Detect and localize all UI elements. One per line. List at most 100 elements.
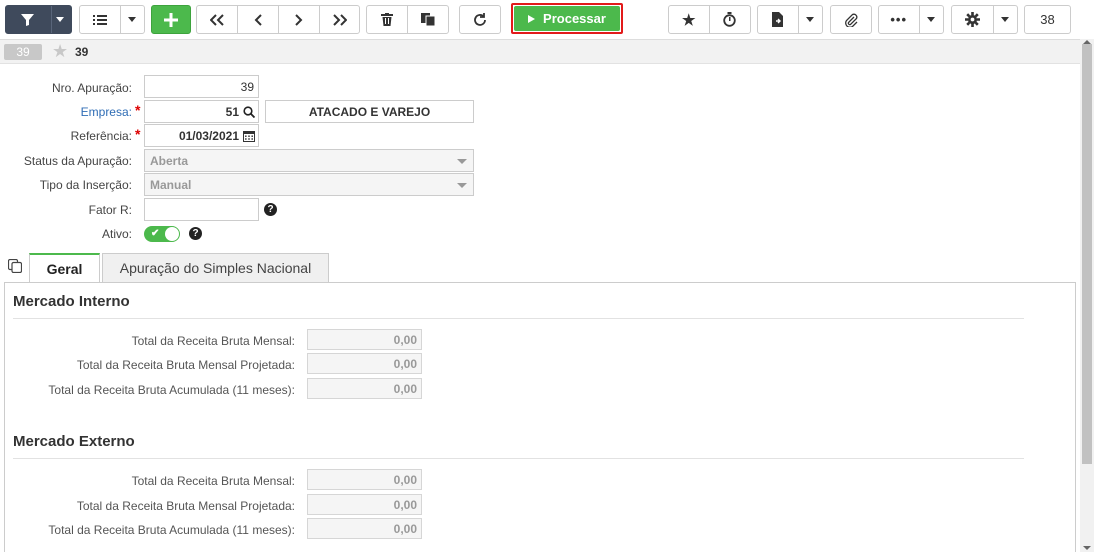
tipo-insercao-value: Manual: [150, 177, 192, 192]
add-button[interactable]: [151, 5, 191, 34]
me-receita-acumulada-label: Total da Receita Bruta Acumulada (11 mes…: [48, 523, 295, 537]
plus-icon: [164, 12, 178, 27]
filter-dropdown-chevron-icon[interactable]: [49, 17, 71, 22]
record-actions: [366, 5, 449, 34]
trash-icon: [380, 13, 393, 26]
tipo-insercao-label: Tipo da Inserção:: [39, 178, 132, 192]
play-icon: [528, 14, 536, 23]
nro-apuracao-field[interactable]: 39: [144, 75, 259, 98]
processar-label: Processar: [543, 11, 606, 26]
refresh-icon: [474, 12, 486, 26]
export-file-icon: [758, 12, 797, 27]
record-badge: 39: [4, 44, 42, 60]
ativo-label: Ativo:: [101, 227, 132, 241]
status-apuracao-value: Aberta: [150, 153, 189, 168]
stopwatch-icon: [723, 12, 736, 27]
mi-receita-mensal-projetada-field: 0,00: [307, 353, 422, 374]
status-apuracao-select: Aberta: [144, 149, 474, 172]
gear-icon: [952, 12, 992, 27]
settings-dropdown-chevron-icon[interactable]: [992, 17, 1017, 22]
empresa-name-field: ATACADO E VAREJO: [265, 100, 474, 123]
empresa-code: 51: [225, 104, 239, 119]
check-icon: ✔: [151, 228, 160, 239]
me-receita-mensal-field: 0,00: [307, 469, 422, 490]
tab-geral[interactable]: Geral: [29, 253, 100, 283]
more-actions-button[interactable]: •••: [878, 5, 944, 34]
refresh-button[interactable]: [459, 5, 501, 34]
search-icon[interactable]: [243, 105, 255, 118]
copy-tab-icon[interactable]: [8, 259, 22, 273]
timer-button[interactable]: [710, 6, 751, 33]
filter-icon: [6, 13, 49, 26]
divider: [13, 318, 1024, 319]
status-apuracao-label: Status da Apuração:: [23, 154, 132, 168]
scrollbar-thumb[interactable]: [1082, 44, 1092, 464]
star-icon: ★: [682, 11, 696, 29]
empresa-field[interactable]: 51: [144, 100, 259, 123]
more-icon: •••: [890, 12, 908, 27]
referencia-field[interactable]: 01/03/2021: [144, 124, 259, 147]
last-record-button[interactable]: [320, 6, 359, 33]
chevron-down-icon: [457, 183, 467, 188]
star-icon[interactable]: ★: [52, 41, 68, 62]
record-navigation: [196, 5, 360, 34]
section-title-mercado-externo: Mercado Externo: [13, 433, 135, 450]
scroll-down-icon[interactable]: [1083, 546, 1091, 550]
more-dropdown-chevron-icon[interactable]: [918, 17, 943, 22]
export-button[interactable]: [757, 5, 823, 34]
list-dropdown-chevron-icon[interactable]: [119, 17, 144, 22]
fator-r-label: Fator R:: [88, 203, 132, 217]
list-icon: [80, 14, 119, 26]
attach-button[interactable]: [830, 5, 872, 34]
next-icon: [295, 13, 303, 26]
referencia-label: Referência:: [70, 129, 132, 143]
favorite-timer-group: ★: [668, 5, 751, 34]
record-id: 39: [75, 45, 89, 59]
me-receita-acumulada-field: 0,00: [307, 518, 422, 539]
chevron-down-icon: [457, 159, 467, 164]
filter-button[interactable]: [5, 5, 72, 34]
prev-icon: [254, 13, 262, 26]
referencia-date: 01/03/2021: [178, 128, 239, 143]
me-receita-mensal-projetada-field: 0,00: [307, 494, 422, 515]
section-title-mercado-interno: Mercado Interno: [13, 293, 130, 310]
record-counter: 38: [1024, 5, 1071, 34]
me-receita-mensal-projetada-label: Total da Receita Bruta Mensal Projetada:: [76, 499, 295, 513]
first-record-button[interactable]: [197, 6, 238, 33]
first-page-icon: [210, 13, 224, 26]
vertical-scrollbar[interactable]: [1080, 39, 1094, 552]
duplicate-button[interactable]: [408, 6, 449, 33]
favorite-button[interactable]: ★: [669, 6, 710, 33]
mi-receita-mensal-field: 0,00: [307, 329, 422, 350]
fator-r-field[interactable]: [144, 198, 259, 221]
toggle-knob: [165, 227, 179, 241]
processar-button[interactable]: Processar: [511, 3, 623, 34]
ativo-help-icon[interactable]: ?: [189, 227, 202, 240]
empresa-label[interactable]: Empresa:: [81, 105, 132, 119]
nro-apuracao-label: Nro. Apuração:: [51, 81, 132, 95]
export-dropdown-chevron-icon[interactable]: [797, 17, 822, 22]
empresa-required-marker: *: [135, 102, 141, 118]
next-record-button[interactable]: [279, 6, 320, 33]
delete-button[interactable]: [367, 6, 408, 33]
mi-receita-acumulada-field: 0,00: [307, 378, 422, 399]
ativo-toggle[interactable]: ✔: [144, 226, 180, 242]
mi-receita-mensal-projetada-label: Total da Receita Bruta Mensal Projetada:: [76, 358, 295, 372]
tab-apuracao-simples-nacional[interactable]: Apuração do Simples Nacional: [102, 253, 329, 282]
previous-record-button[interactable]: [238, 6, 279, 33]
calendar-icon[interactable]: [243, 130, 255, 142]
last-page-icon: [332, 13, 347, 26]
list-view-button[interactable]: [79, 5, 145, 34]
paperclip-icon: [845, 13, 858, 27]
referencia-required-marker: *: [135, 126, 141, 142]
settings-button[interactable]: [951, 5, 1018, 34]
fator-r-help-icon[interactable]: ?: [264, 203, 277, 216]
tipo-insercao-select: Manual: [144, 173, 474, 196]
divider: [13, 458, 1024, 459]
record-bar: 39 ★ 39: [0, 39, 1080, 64]
toolbar: Processar ★ ••• 38: [0, 0, 1080, 39]
copy-icon: [420, 13, 435, 26]
mi-receita-acumulada-label: Total da Receita Bruta Acumulada (11 mes…: [48, 383, 295, 397]
me-receita-mensal-label: Total da Receita Bruta Mensal:: [131, 474, 295, 488]
mi-receita-mensal-label: Total da Receita Bruta Mensal:: [131, 334, 295, 348]
